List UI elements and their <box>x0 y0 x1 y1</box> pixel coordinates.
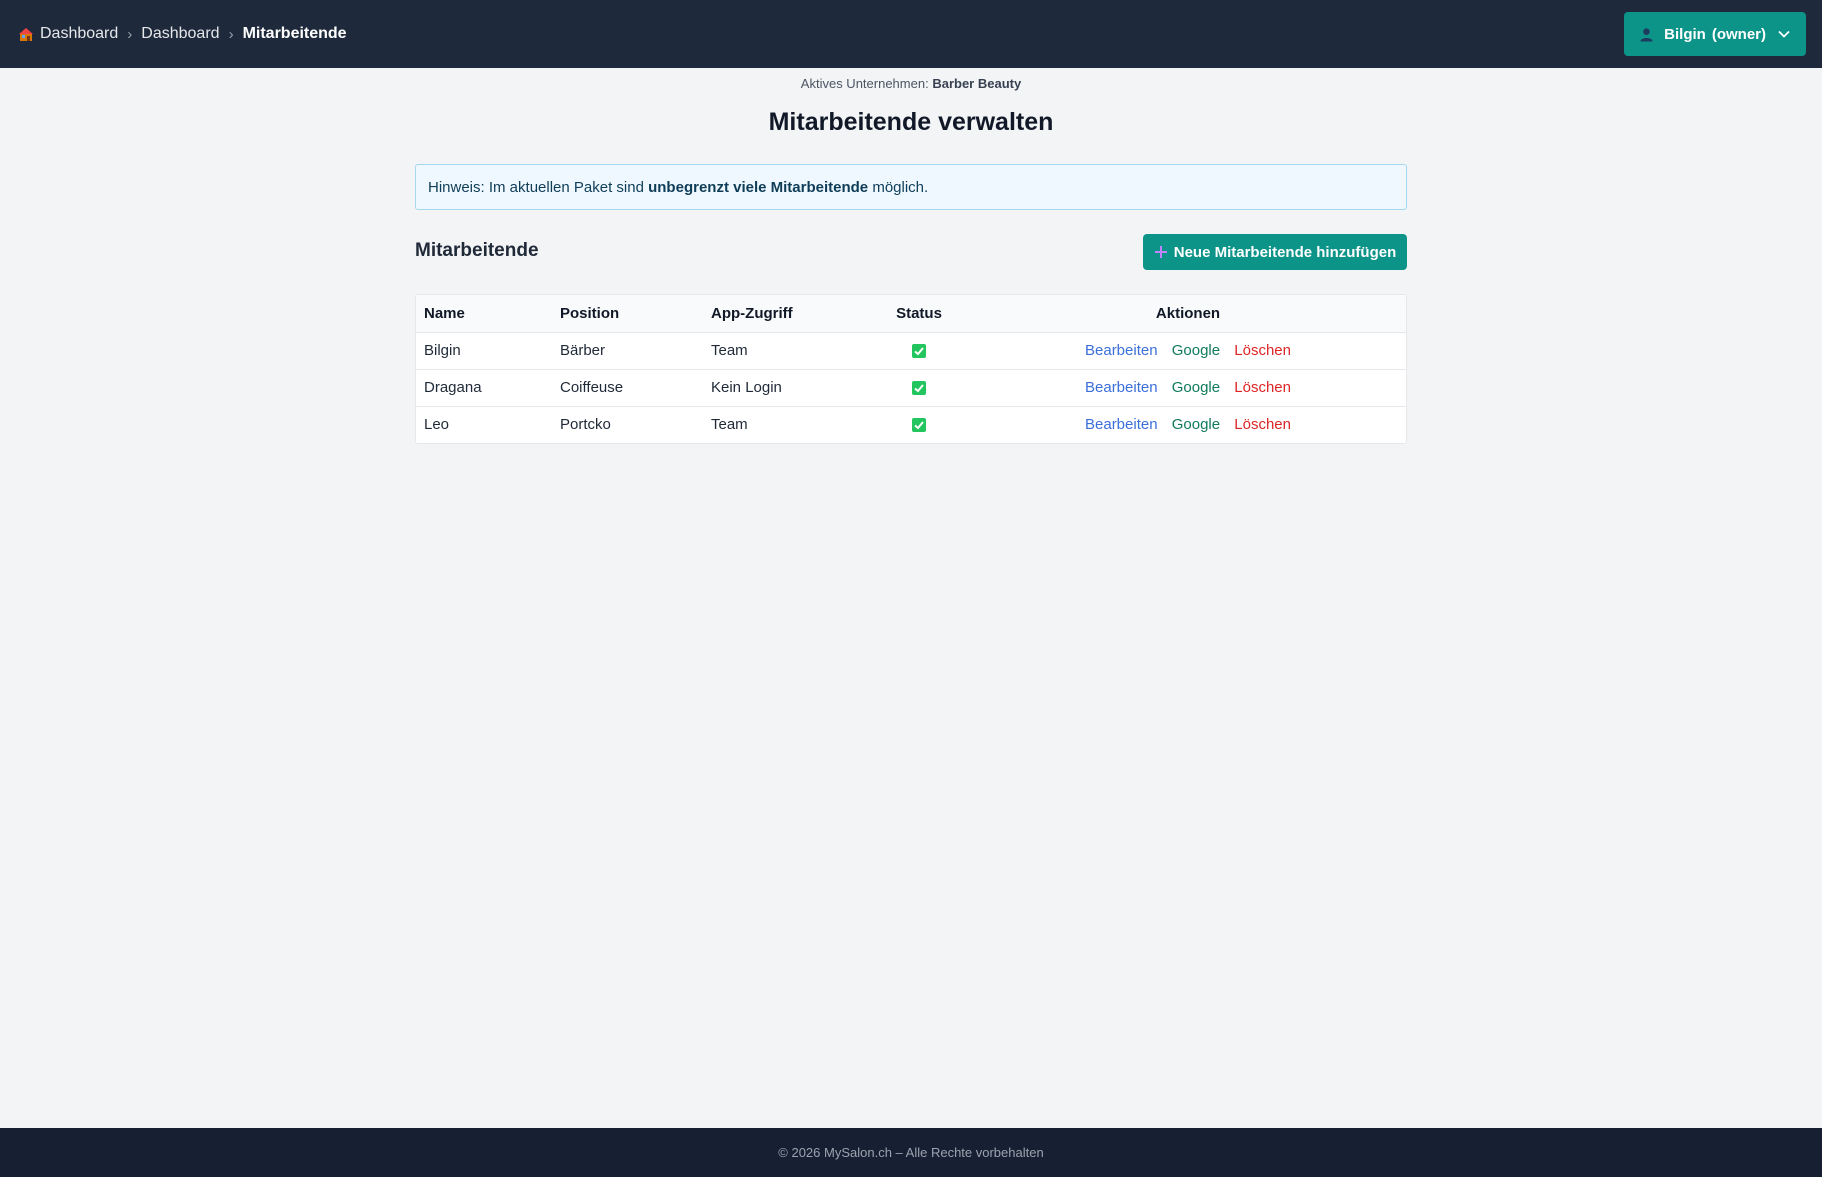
cell-name: Bilgin <box>416 332 552 370</box>
user-role: (owner) <box>1711 25 1766 43</box>
breadcrumb-separator: › <box>228 25 234 43</box>
cell-app-access: Team <box>711 416 748 434</box>
footer-text: © 2026 MySalon.ch – Alle Rechte vorbehal… <box>778 1145 1044 1160</box>
google-link[interactable]: Google <box>1172 342 1220 359</box>
col-header-name: Name <box>416 295 552 333</box>
cell-position: Bärber <box>552 332 703 370</box>
chevron-down-icon <box>1778 30 1790 38</box>
cell-actions: Bearbeiten Google Löschen <box>970 332 1406 370</box>
cell-position: Portcko <box>560 416 611 434</box>
footer: © 2026 MySalon.ch – Alle Rechte vorbehal… <box>0 1128 1822 1177</box>
active-company: Aktives Unternehmen: Barber Beauty <box>0 76 1822 91</box>
google-link[interactable]: Google <box>1172 416 1220 433</box>
table-row: Bilgin Bärber Team Bearbeiten Google Lös… <box>416 332 1406 370</box>
breadcrumb-dashboard-2[interactable]: Dashboard <box>141 25 219 43</box>
cell-name: Dragana <box>416 369 552 407</box>
cell-status <box>868 406 970 443</box>
cell-actions: Bearbeiten Google Löschen <box>970 369 1406 407</box>
delete-link[interactable]: Löschen <box>1234 416 1291 433</box>
check-box-icon <box>912 344 926 359</box>
user-icon <box>1640 27 1653 42</box>
google-link[interactable]: Google <box>1172 379 1220 396</box>
edit-link[interactable]: Bearbeiten <box>1085 379 1158 396</box>
employees-table: Name Position App-Zugriff Status Aktione… <box>415 294 1407 444</box>
breadcrumb-dashboard-1[interactable]: Dashboard <box>40 25 118 43</box>
cell-name: Leo <box>424 416 450 434</box>
breadcrumb: Dashboard › Dashboard › Mitarbeitende <box>18 25 347 43</box>
cell-status <box>868 369 970 407</box>
cell-app-access: Team <box>703 332 868 370</box>
edit-link[interactable]: Bearbeiten <box>1085 416 1158 433</box>
delete-link[interactable]: Löschen <box>1234 342 1291 359</box>
user-name: Bilgin <box>1664 25 1706 43</box>
col-header-position: Position <box>552 295 703 333</box>
table-row: Leo Portcko Team Bearbeiten Google Lösch… <box>416 406 1406 443</box>
cell-app-access: Kein Login <box>703 369 868 407</box>
delete-link[interactable]: Löschen <box>1234 379 1291 396</box>
col-header-status: Status <box>868 295 970 333</box>
table-header-row: Name Position App-Zugriff Status Aktione… <box>416 295 1406 333</box>
home-icon <box>19 28 33 41</box>
col-header-actions: Aktionen <box>970 295 1406 333</box>
section-title: Mitarbeitende <box>415 240 539 261</box>
add-employee-label: Neue Mitarbeitende hinzufügen <box>1173 243 1397 261</box>
breadcrumb-separator: › <box>127 25 133 43</box>
page-title: Mitarbeitende verwalten <box>768 108 1054 136</box>
plus-icon <box>1154 246 1167 258</box>
top-navbar: Dashboard › Dashboard › Mitarbeitende Bi… <box>0 0 1822 68</box>
table-row: Dragana Coiffeuse Kein Login Bearbeiten … <box>416 369 1406 407</box>
add-employee-button[interactable]: Neue Mitarbeitende hinzufügen <box>1143 234 1407 270</box>
cell-status <box>868 332 970 370</box>
notice-highlight: unbegrenzt viele Mitarbeitende <box>648 178 869 196</box>
company-name: Barber Beauty <box>932 76 1022 91</box>
edit-link[interactable]: Bearbeiten <box>1085 342 1158 359</box>
check-box-icon <box>912 418 926 433</box>
notice-prefix: Hinweis: Im aktuellen Paket sind <box>428 178 644 196</box>
plan-notice: Hinweis: Im aktuellen Paket sind unbegre… <box>415 164 1407 210</box>
user-menu-button[interactable]: Bilgin (owner) <box>1624 12 1806 56</box>
company-label: Aktives Unternehmen: <box>800 76 929 91</box>
col-header-app-access: App-Zugriff <box>703 295 868 333</box>
breadcrumb-current: Mitarbeitende <box>242 25 347 42</box>
cell-position: Coiffeuse <box>552 369 703 407</box>
check-box-icon <box>912 381 926 396</box>
notice-suffix: möglich. <box>872 178 929 196</box>
cell-actions: Bearbeiten Google Löschen <box>970 406 1406 443</box>
